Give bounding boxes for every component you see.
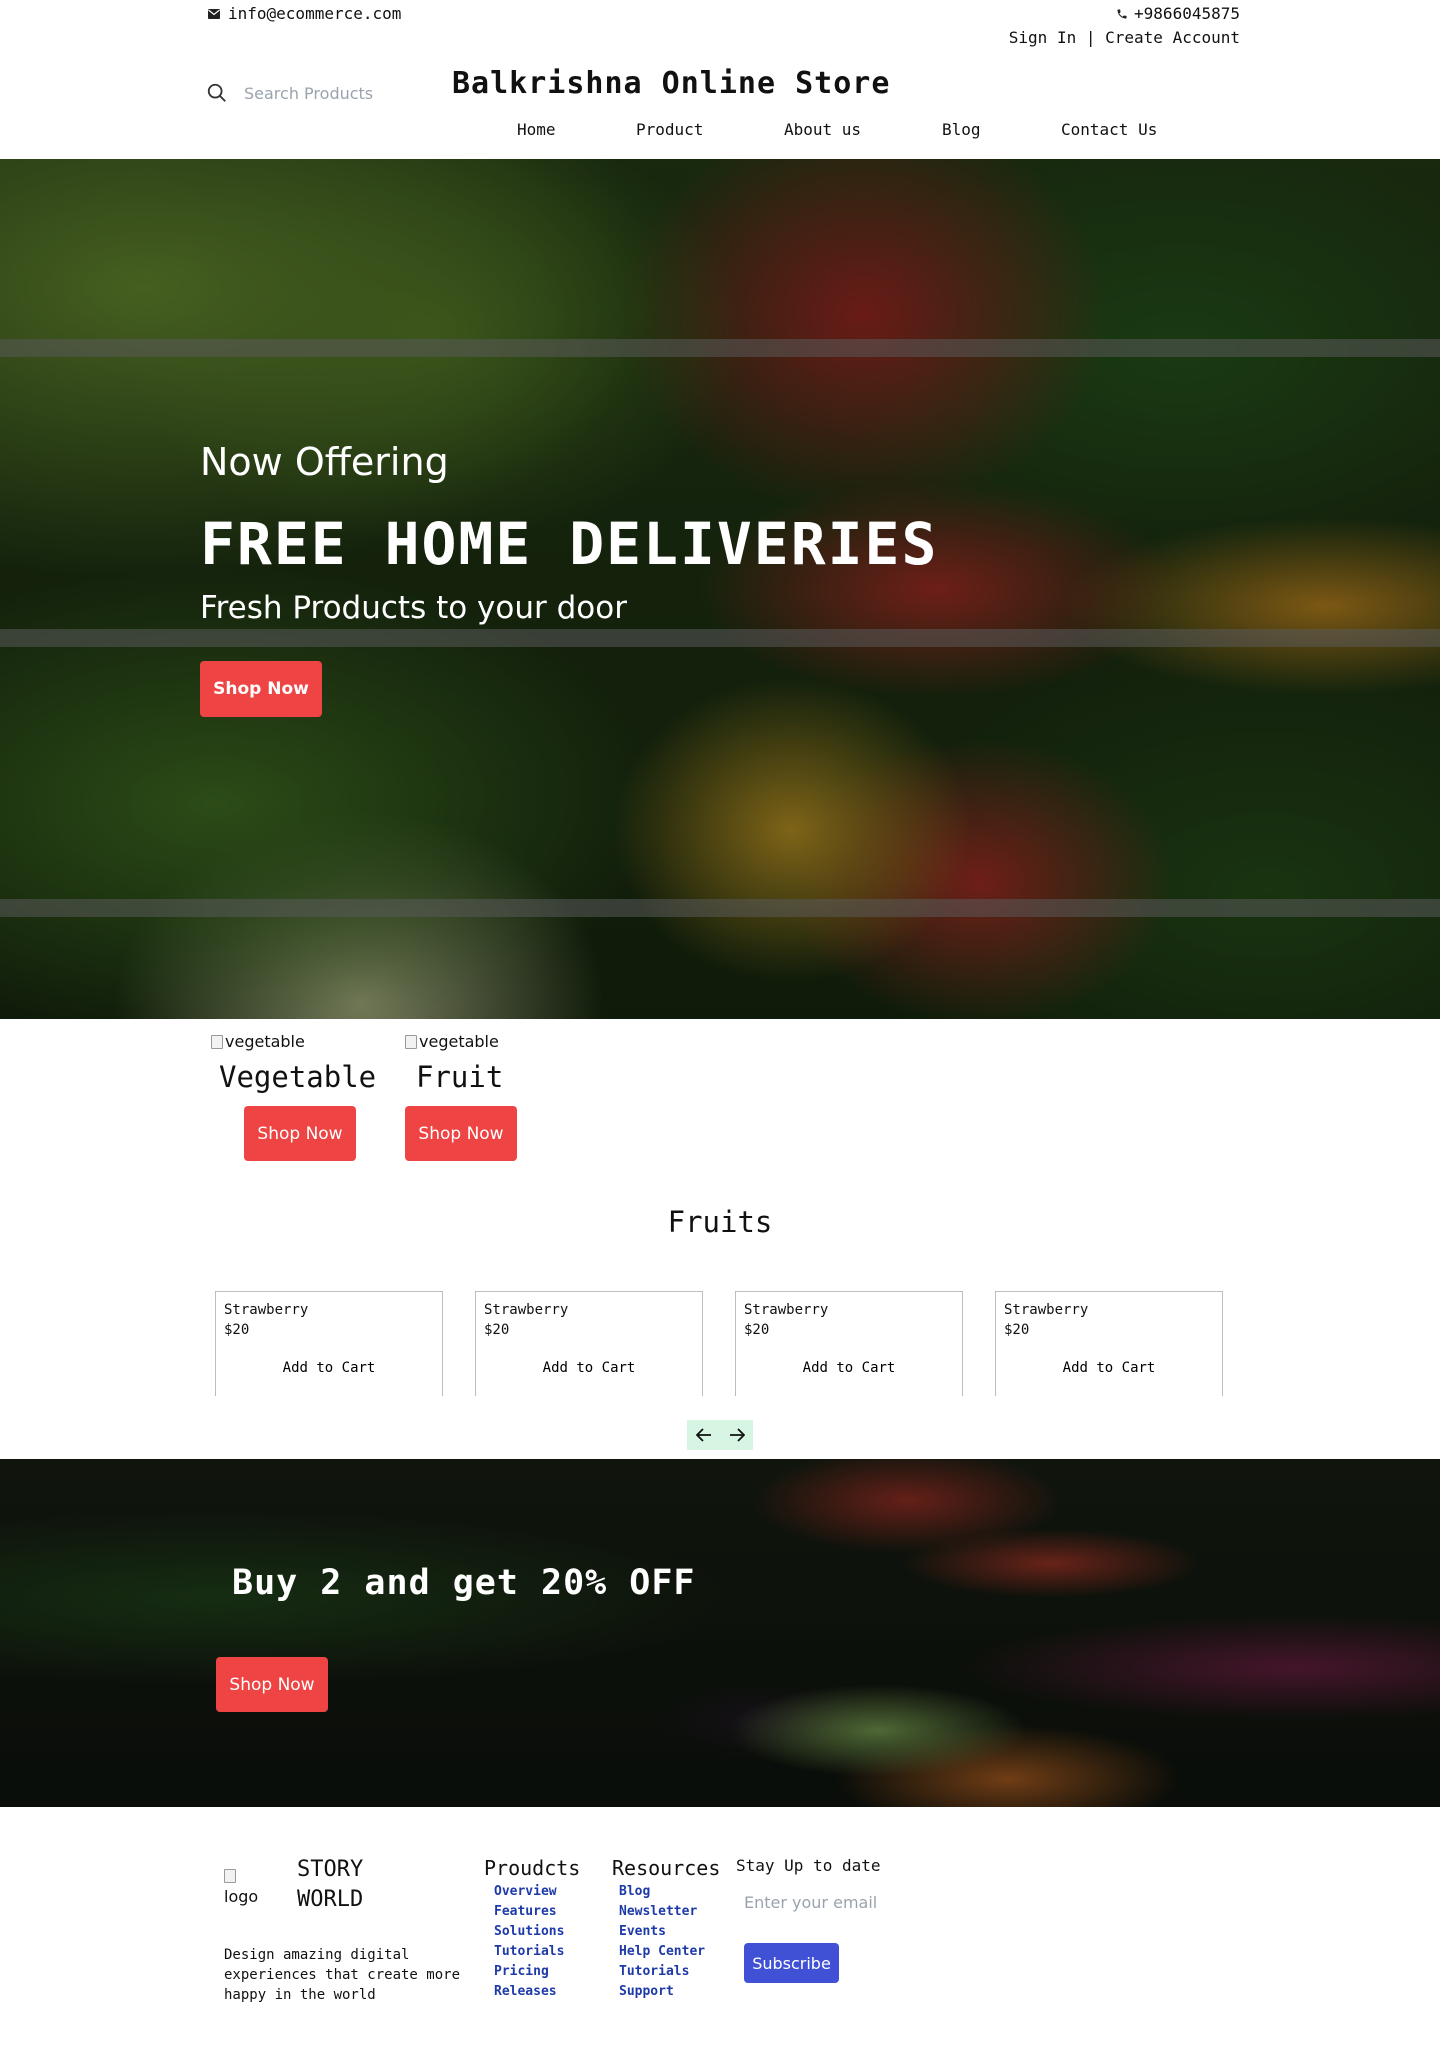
hero-subtitle: Now Offering	[200, 440, 449, 484]
product-price: $20	[484, 1322, 510, 1338]
shelf-divider	[0, 339, 1440, 357]
footer-link-support[interactable]: Support	[619, 1982, 705, 2002]
footer-link-tutorials[interactable]: Tutorials	[494, 1942, 564, 1962]
promo-shop-now-button[interactable]: Shop Now	[216, 1657, 328, 1712]
footer-logo-alt: logo	[224, 1887, 259, 1906]
contact-email: info@ecommerce.com	[208, 4, 401, 23]
search-input[interactable]	[244, 83, 404, 103]
shelf-divider	[0, 899, 1440, 917]
footer-link-releases[interactable]: Releases	[494, 1982, 564, 2002]
product-card: Strawberry $20 Add to Cart	[735, 1291, 963, 1396]
search-bar	[206, 82, 404, 104]
contact-phone: +9866045875	[1116, 4, 1240, 23]
shelf-divider	[0, 629, 1440, 647]
vegetable-shop-now-button[interactable]: Shop Now	[244, 1106, 356, 1161]
footer-link-blog[interactable]: Blog	[619, 1882, 705, 1902]
footer-link-help-center[interactable]: Help Center	[619, 1942, 705, 1962]
main-nav: Home Product About us Blog Contact Us	[517, 120, 1171, 139]
footer-link-tutorials[interactable]: Tutorials	[619, 1962, 705, 1982]
hero-title: FREE HOME DELIVERIES	[200, 510, 939, 578]
nav-blog[interactable]: Blog	[942, 120, 1061, 139]
footer-description: Design amazing digital experiences that …	[224, 1947, 461, 2003]
add-to-cart-button[interactable]: Add to Cart	[736, 1340, 962, 1396]
arrow-right-icon	[729, 1428, 745, 1442]
add-to-cart-button[interactable]: Add to Cart	[996, 1340, 1222, 1396]
carousel-prev-button[interactable]	[687, 1420, 720, 1450]
broken-image-icon	[224, 1869, 236, 1883]
footer-brand-line1: STORY	[297, 1857, 364, 1882]
carousel-next-button[interactable]	[720, 1420, 753, 1450]
product-name: Strawberry	[744, 1302, 829, 1318]
newsletter-title: Stay Up to date	[736, 1856, 881, 1875]
nav-product[interactable]: Product	[636, 120, 784, 139]
promo-banner	[0, 1459, 1440, 1807]
footer-brand: STORY WORLD	[297, 1855, 363, 1915]
nav-contact-us[interactable]: Contact Us	[1061, 120, 1171, 139]
create-account-link[interactable]: Create Account	[1105, 28, 1240, 47]
phone-text: +9866045875	[1134, 4, 1240, 23]
phone-icon	[1117, 9, 1127, 18]
footer-brand-line2: WORLD	[297, 1887, 364, 1912]
footer-logo: logo	[224, 1868, 258, 1906]
broken-image-icon	[405, 1034, 417, 1049]
category-label-fruit: Fruit	[416, 1060, 504, 1094]
hero-shop-now-button[interactable]: Shop Now	[200, 661, 322, 717]
product-price: $20	[744, 1322, 770, 1338]
footer-products-links: Overview Features Solutions Tutorials Pr…	[494, 1882, 564, 2002]
auth-separator: |	[1085, 28, 1096, 47]
sign-in-link[interactable]: Sign In	[1009, 28, 1076, 47]
auth-links: Sign In | Create Account	[1009, 28, 1240, 47]
hero-tagline: Fresh Products to your door	[200, 590, 627, 626]
product-card: Strawberry $20 Add to Cart	[215, 1291, 443, 1396]
product-price: $20	[224, 1322, 250, 1338]
subscribe-button[interactable]: Subscribe	[744, 1943, 839, 1983]
newsletter-email-input[interactable]	[744, 1893, 914, 1912]
footer-resources-title: Resources	[612, 1856, 721, 1880]
product-card: Strawberry $20 Add to Cart	[475, 1291, 703, 1396]
product-name: Strawberry	[224, 1302, 309, 1318]
footer-link-newsletter[interactable]: Newsletter	[619, 1902, 705, 1922]
email-text: info@ecommerce.com	[228, 4, 402, 23]
product-name: Strawberry	[484, 1302, 569, 1318]
footer-products-title: Proudcts	[484, 1856, 581, 1880]
product-price: $20	[1004, 1322, 1030, 1338]
promo-title: Buy 2 and get 20% OFF	[232, 1563, 696, 1603]
footer-link-pricing[interactable]: Pricing	[494, 1962, 564, 1982]
hero-banner	[0, 159, 1440, 1019]
fruits-section-title: Fruits	[667, 1205, 773, 1239]
nav-home[interactable]: Home	[517, 120, 636, 139]
product-card: Strawberry $20 Add to Cart	[995, 1291, 1223, 1396]
add-to-cart-button[interactable]: Add to Cart	[216, 1340, 442, 1396]
envelope-icon	[208, 8, 220, 19]
footer-link-events[interactable]: Events	[619, 1922, 705, 1942]
search-icon[interactable]	[206, 82, 228, 104]
nav-about-us[interactable]: About us	[784, 120, 942, 139]
footer-link-overview[interactable]: Overview	[494, 1882, 564, 1902]
add-to-cart-button[interactable]: Add to Cart	[476, 1340, 702, 1396]
arrow-left-icon	[695, 1428, 711, 1442]
category-image-alt: vegetable	[225, 1032, 305, 1051]
category-image-fruit: vegetable	[405, 1032, 499, 1051]
store-title: Balkrishna Online Store	[452, 66, 891, 101]
category-label-vegetable: Vegetable	[219, 1060, 377, 1094]
footer-link-features[interactable]: Features	[494, 1902, 564, 1922]
category-image-vegetable: vegetable	[211, 1032, 305, 1051]
broken-image-icon	[211, 1034, 223, 1049]
category-image-alt: vegetable	[419, 1032, 499, 1051]
footer-link-solutions[interactable]: Solutions	[494, 1922, 564, 1942]
footer-resources-links: Blog Newsletter Events Help Center Tutor…	[619, 1882, 705, 2002]
fruit-shop-now-button[interactable]: Shop Now	[405, 1106, 517, 1161]
carousel-controls	[687, 1420, 753, 1450]
product-name: Strawberry	[1004, 1302, 1089, 1318]
